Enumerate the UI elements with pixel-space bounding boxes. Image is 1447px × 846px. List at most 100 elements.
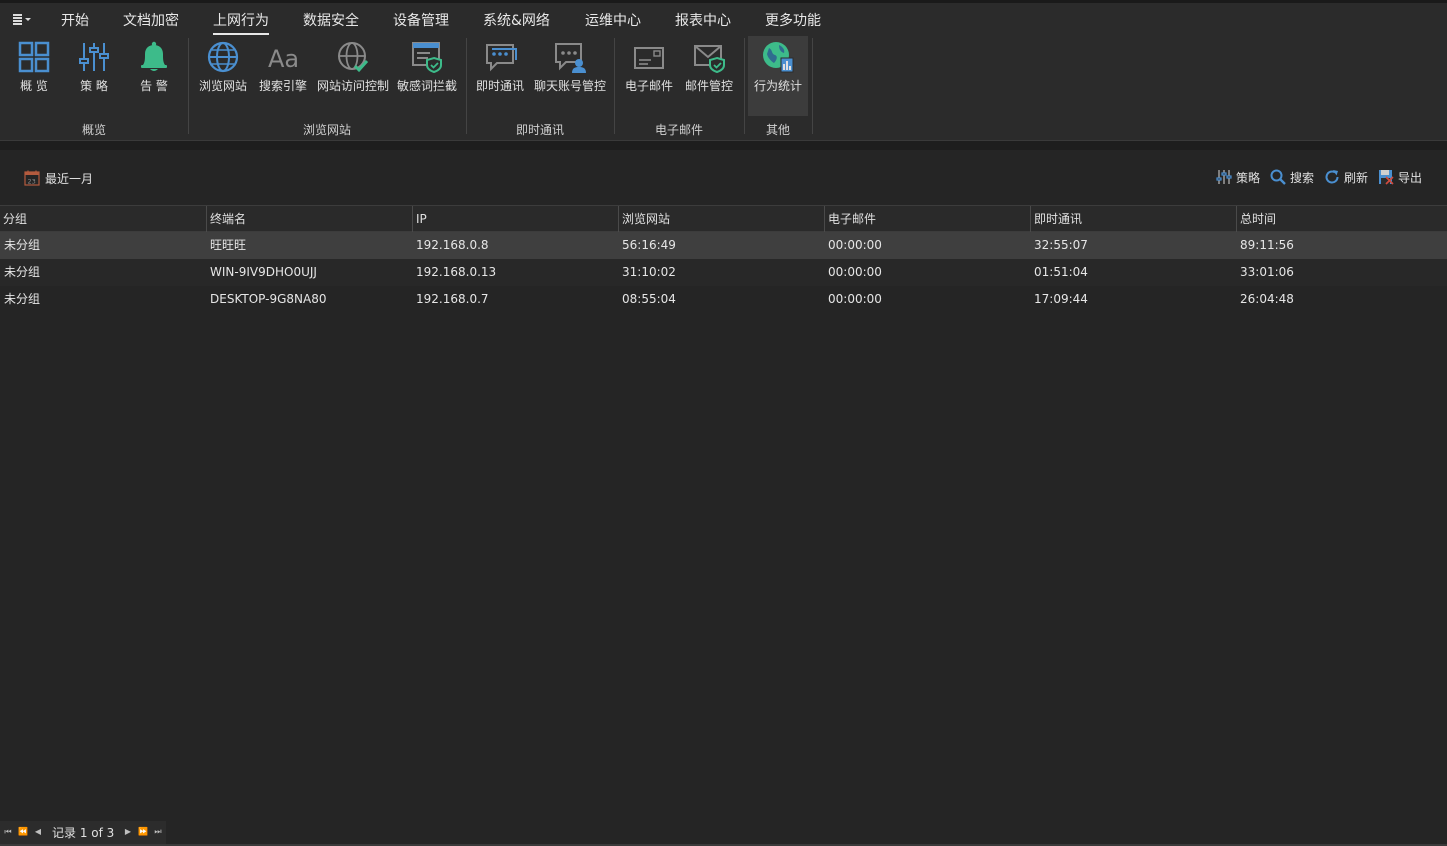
cell-browse-websites: 08:55:04 [622,292,676,306]
menu-tab-device-management[interactable]: 设备管理 [393,11,449,31]
menu-tab-more-features[interactable]: 更多功能 [765,11,821,31]
chat-account-control-button[interactable]: 聊天账号管控 [532,36,608,116]
column-header-group[interactable]: 分组 [0,206,206,232]
group-divider [188,38,189,134]
group-divider [744,38,745,134]
date-range-label: 最近一月 [45,171,94,186]
menu-tab-doc-encryption[interactable]: 文档加密 [123,11,179,31]
toolbar: 23 最近一月 策略 搜索 刷新 导出 [0,150,1447,205]
menu-tab-ops-center[interactable]: 运维中心 [585,11,641,31]
grid-overview-icon [18,41,50,73]
menu-tab-internet-behavior[interactable]: 上网行为 [213,11,269,35]
website-access-control-button[interactable]: 网站访问控制 [314,36,392,116]
group-divider [466,38,467,134]
cell-terminal-name: WIN-9IV9DHO0UJJ [210,265,317,279]
cell-email: 00:00:00 [828,265,882,279]
prev-page-icon[interactable]: ⏪ [17,826,29,838]
group-divider [812,38,813,134]
column-header-ip[interactable]: IP [412,206,618,232]
cell-total-time: 26:04:48 [1240,292,1294,306]
last-record-icon[interactable]: ⏭ [152,826,164,838]
alert-button[interactable]: 告 警 [128,36,180,116]
group-label-browse: 浏览网站 [302,123,351,137]
policy-toolbar-button[interactable]: 策略 [1216,168,1260,186]
prev-record-icon[interactable]: ◀ [32,826,44,838]
table-row[interactable]: 未分组 旺旺旺 192.168.0.8 56:16:49 00:00:00 32… [0,232,1447,259]
policy-button[interactable]: 策 略 [68,36,120,116]
search-engine-label: 搜索引擎 [258,79,307,93]
menu-tab-system-network[interactable]: 系统&网络 [483,11,550,31]
cell-total-time: 89:11:56 [1240,238,1294,252]
globe-icon [207,41,239,73]
group-label-im: 即时通讯 [515,123,564,137]
sensitive-word-block-label: 敏感词拦截 [396,79,457,93]
refresh-button[interactable]: 刷新 [1324,168,1368,186]
email-control-label: 邮件管控 [684,79,733,93]
browser-shield-icon [412,42,442,74]
svg-text:Aa: Aa [268,45,299,73]
cell-im: 01:51:04 [1034,265,1088,279]
group-divider [614,38,615,134]
menu-tab-data-security[interactable]: 数据安全 [303,11,359,31]
table-row[interactable]: 未分组 WIN-9IV9DHO0UJJ 192.168.0.13 31:10:0… [0,259,1447,286]
cell-total-time: 33:01:06 [1240,265,1294,279]
column-header-total-time[interactable]: 总时间 [1236,206,1447,232]
sensitive-word-block-button[interactable]: 敏感词拦截 [396,36,458,116]
menu-tab-start[interactable]: 开始 [61,11,89,31]
menu-bar: 开始 文档加密 上网行为 数据安全 设备管理 系统&网络 运维中心 报表中心 更… [0,0,1447,36]
column-header-email[interactable]: 电子邮件 [824,206,1030,232]
group-label-other: 其他 [765,123,790,137]
refresh-label: 刷新 [1344,170,1369,185]
record-navigator: ⏮ ⏪ ◀ 记录 1 of 3 ▶ ⏩ ⏭ [0,821,166,844]
column-header-im[interactable]: 即时通讯 [1030,206,1236,232]
chevron-down-icon [25,18,31,21]
behavior-stats-button[interactable]: 行为统计 [748,36,808,116]
envelope-icon [634,47,664,69]
column-header-terminal-name[interactable]: 终端名 [206,206,412,232]
group-label-overview: 概览 [81,123,106,137]
calendar-day: 23 [28,178,36,186]
cell-ip: 192.168.0.7 [416,292,489,306]
cell-group: 未分组 [4,238,41,252]
menu-tab-report-center[interactable]: 报表中心 [675,11,731,31]
bell-icon [141,41,167,71]
cell-im: 17:09:44 [1034,292,1088,306]
overview-button[interactable]: 概 览 [8,36,60,116]
refresh-icon [1325,170,1339,184]
cell-ip: 192.168.0.8 [416,238,489,252]
calendar-icon: 23 [24,170,40,186]
sliders-icon [1216,170,1232,184]
search-button[interactable]: 搜索 [1270,168,1314,186]
column-header-browse-websites[interactable]: 浏览网站 [618,206,824,232]
ribbon: 概 览 策 略 告 警 概览 浏览网站 Aa 搜索引擎 网站访问控制 敏感词拦截… [0,36,1447,140]
ribbon-divider [0,140,1447,150]
next-record-icon[interactable]: ▶ [122,826,134,838]
search-engine-button[interactable]: Aa 搜索引擎 [256,36,310,116]
envelope-shield-icon [694,45,725,74]
chat-account-control-label: 聊天账号管控 [533,79,606,93]
record-counter: 记录 1 of 3 [52,826,115,840]
first-record-icon[interactable]: ⏮ [2,826,14,838]
status-bar: ⏮ ⏪ ◀ 记录 1 of 3 ▶ ⏩ ⏭ [0,821,1447,846]
export-button[interactable]: 导出 [1378,168,1422,186]
browse-websites-button[interactable]: 浏览网站 [196,36,250,116]
export-icon [1379,170,1394,185]
cell-browse-websites: 31:10:02 [622,265,676,279]
email-button[interactable]: 电子邮件 [622,36,676,116]
cell-terminal-name: 旺旺旺 [210,238,247,252]
cell-email: 00:00:00 [828,292,882,306]
group-label-email: 电子邮件 [654,123,703,137]
table-row[interactable]: 未分组 DESKTOP-9G8NA80 192.168.0.7 08:55:04… [0,286,1447,313]
table-header: 分组 终端名 IP 浏览网站 电子邮件 即时通讯 总时间 [0,205,1447,232]
email-control-button[interactable]: 邮件管控 [682,36,736,116]
globe-check-icon [338,42,369,73]
policy-toolbar-label: 策略 [1236,170,1261,185]
overview-label: 概 览 [20,79,48,93]
menu-lines-icon [13,14,22,25]
app-menu-button[interactable] [10,10,34,30]
chat-user-icon [555,43,586,73]
date-range-filter[interactable]: 23 最近一月 [24,169,93,187]
instant-messaging-button[interactable]: 即时通讯 [474,36,526,116]
cell-browse-websites: 56:16:49 [622,238,676,252]
next-page-icon[interactable]: ⏩ [137,826,149,838]
